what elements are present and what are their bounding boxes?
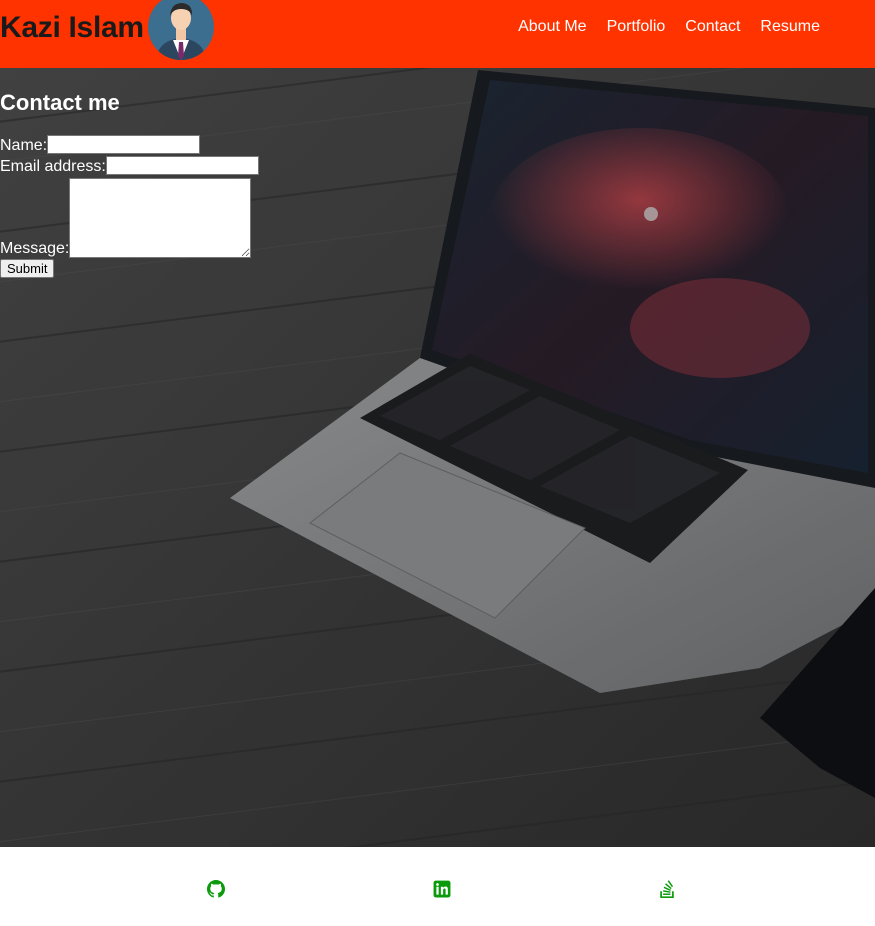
linkedin-icon (433, 880, 451, 898)
nav-resume[interactable]: Resume (760, 17, 820, 37)
name-label: Name: (0, 137, 48, 154)
name-field[interactable] (47, 135, 201, 154)
message-label: Message: (0, 240, 70, 257)
linkedin-link[interactable] (433, 880, 451, 898)
contact-title: Contact me (0, 90, 120, 115)
message-row: Message: (0, 176, 259, 258)
name-row: Name: (0, 134, 259, 155)
nav-about-me[interactable]: About Me (518, 17, 586, 37)
site-header: Kazi Islam About Me Portfolio Contact Re… (0, 0, 875, 68)
contact-section: Contact me Name: Email address: Message:… (0, 88, 259, 278)
main-nav: About Me Portfolio Contact Resume (518, 17, 820, 37)
message-textarea[interactable] (69, 178, 252, 258)
email-row: Email address: (0, 155, 259, 176)
avatar-icon (148, 0, 214, 60)
stackoverflow-icon (660, 880, 674, 898)
github-link[interactable] (207, 880, 225, 898)
stackoverflow-link[interactable] (658, 880, 676, 898)
submit-button[interactable]: Submit (0, 259, 55, 278)
nav-contact[interactable]: Contact (685, 17, 740, 37)
email-field[interactable] (105, 156, 259, 175)
site-brand[interactable]: Kazi Islam (0, 10, 144, 46)
hero-section: Contact me Name: Email address: Message:… (0, 68, 875, 847)
site-footer (0, 847, 875, 926)
email-label: Email address: (0, 158, 106, 175)
github-icon (207, 880, 225, 898)
nav-portfolio[interactable]: Portfolio (607, 17, 666, 37)
